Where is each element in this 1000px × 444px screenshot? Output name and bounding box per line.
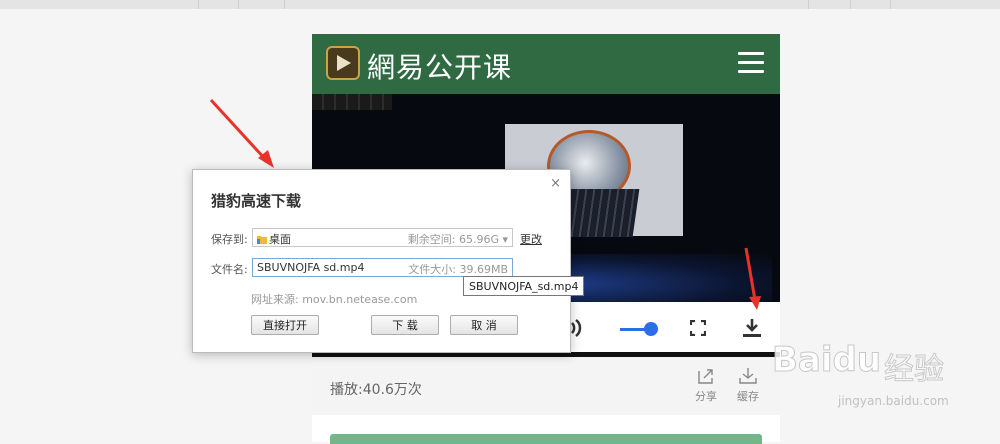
stage-lights — [312, 94, 392, 110]
cancel-button[interactable]: 取 消 — [450, 315, 518, 335]
folder-icon — [257, 236, 267, 244]
watermark-text: 经验 — [884, 352, 945, 388]
filename-tooltip: SBUVNOJFA_sd.mp4 — [463, 276, 585, 296]
download-icon[interactable] — [742, 318, 762, 338]
file-size: 文件大小: 39.69MB — [408, 263, 508, 276]
filename-input[interactable]: SBUVNOJFA sd.mp4 文件大小: 39.69MB — [252, 258, 513, 277]
baidu-watermark: Baidu 经验 jingyan.baidu.com — [768, 334, 1000, 414]
dialog-title: 猎豹高速下载 — [211, 192, 302, 210]
save-path-select[interactable]: 桌面 剩余空间: 65.96G ▾ — [252, 228, 513, 247]
site-header: 網易公开课 — [312, 34, 780, 94]
download-button[interactable]: 下 载 — [371, 315, 439, 335]
save-path-value: 桌面 — [269, 233, 291, 246]
share-icon — [698, 369, 713, 384]
menu-icon[interactable] — [738, 52, 764, 74]
share-button[interactable]: 分享 — [686, 367, 726, 404]
watermark-url: jingyan.baidu.com — [838, 394, 949, 408]
cache-button[interactable]: 缓存 — [728, 367, 768, 404]
source-url: 网址来源: mov.bn.netease.com — [251, 293, 418, 306]
video-info-bar: 播放:40.6万次 分享 缓存 — [312, 357, 780, 415]
save-to-label: 保存到: — [211, 233, 248, 246]
free-space: 剩余空间: 65.96G — [407, 233, 499, 246]
green-action-bar[interactable] — [330, 434, 762, 444]
watermark-logo: Baidu — [771, 340, 882, 381]
open-directly-button[interactable]: 直接打开 — [251, 315, 319, 335]
brand-name[interactable]: 網易公开课 — [367, 46, 512, 86]
download-dialog: 猎豹高速下载 × 保存到: 桌面 剩余空间: 65.96G ▾ 更改 文件名: … — [192, 169, 571, 353]
change-link[interactable]: 更改 — [520, 231, 542, 247]
play-logo-icon[interactable] — [326, 46, 360, 80]
filename-value: SBUVNOJFA sd.mp4 — [257, 261, 365, 274]
volume-slider-knob[interactable] — [644, 322, 658, 336]
play-count: 播放:40.6万次 — [330, 382, 422, 398]
close-icon[interactable]: × — [550, 176, 561, 191]
download-icon — [739, 368, 757, 384]
volume-icon[interactable] — [570, 318, 584, 338]
chevron-down-icon[interactable]: ▾ — [502, 233, 508, 246]
browser-top-strip — [0, 0, 1000, 9]
fullscreen-icon[interactable] — [690, 320, 706, 336]
filename-label: 文件名: — [211, 263, 248, 276]
